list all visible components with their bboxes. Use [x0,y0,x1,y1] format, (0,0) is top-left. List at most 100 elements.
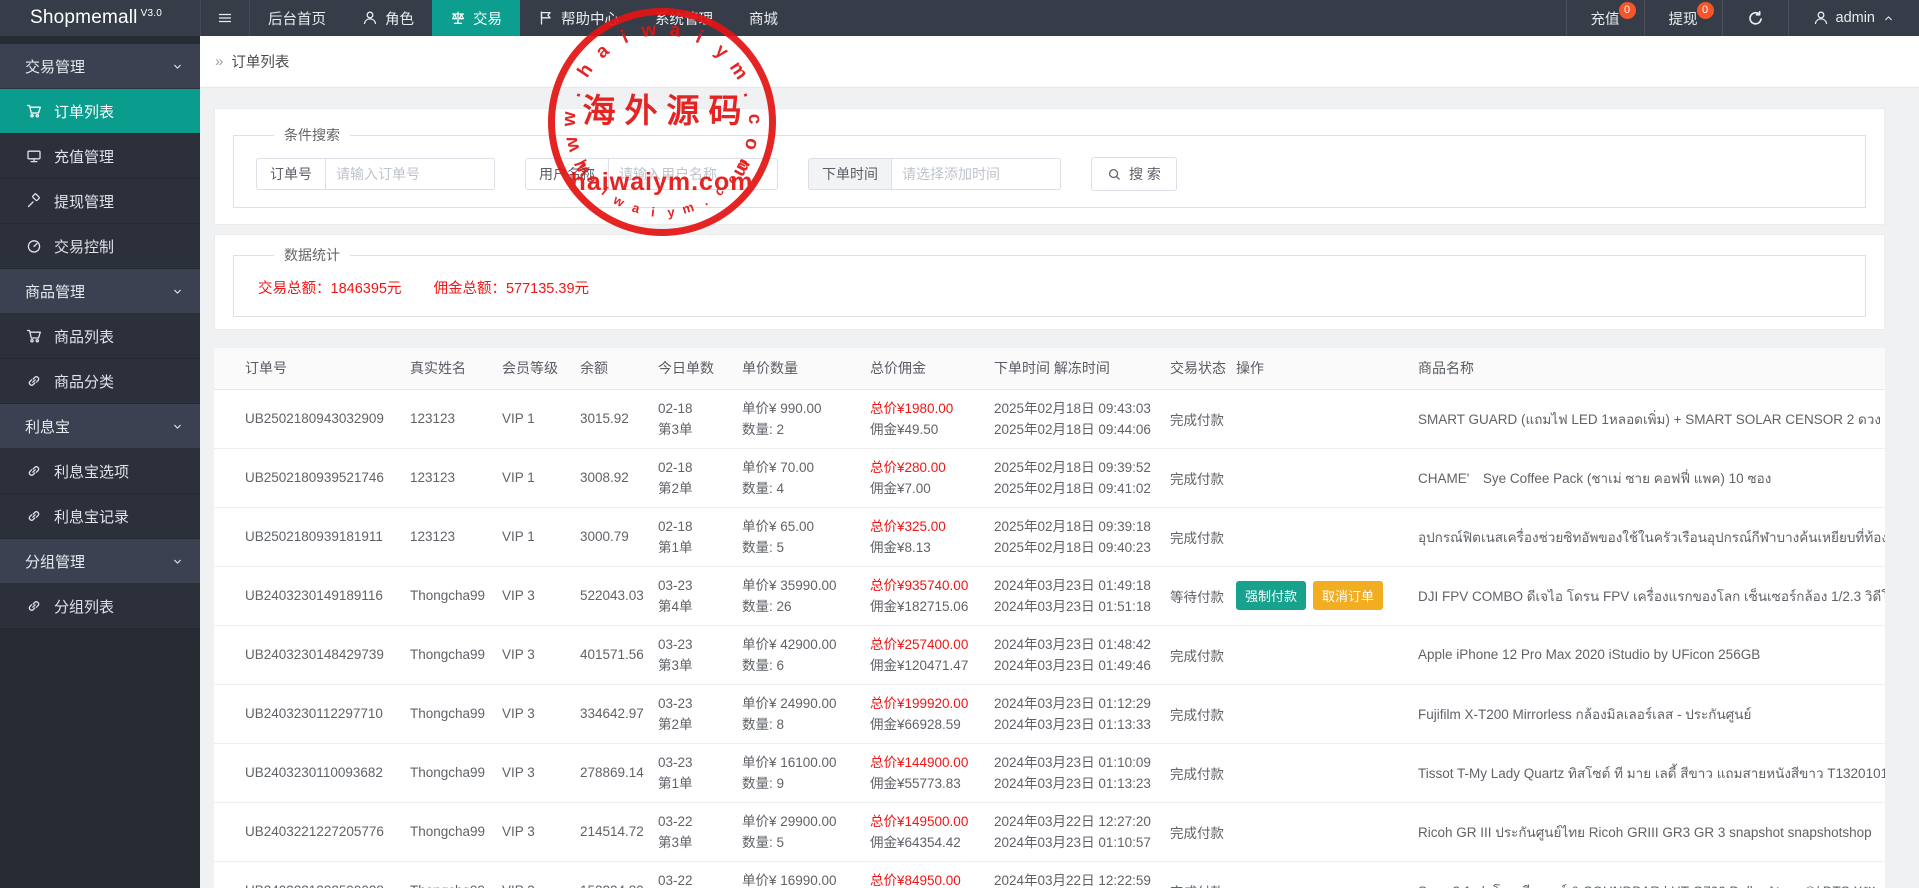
total-price: 总价¥149500.00 [870,813,969,829]
product-name-cell: SMART GUARD (แถมไฟ LED 1หลอดเพิ่ม) + SMA… [1394,389,1885,449]
search-field-username: 用户名称 [525,158,778,190]
topnav-item-trade[interactable]: 交易 [432,0,520,36]
order-seq: 第1单 [658,775,693,791]
commission: 佣金¥182715.06 [870,598,969,614]
user-menu[interactable]: admin [1787,0,1919,36]
stats-fieldset: 数据统计 交易总额：1846395元 佣金总额：577135.39元 [233,245,1866,317]
quantity: 数量: 5 [742,834,785,850]
sidebar-item-goods-list[interactable]: 商品列表 [0,314,200,359]
order-time-input[interactable] [891,158,1061,190]
main-area: » 订单列表 条件搜索 订单号 用户名称 下单时间 搜 索 数据统计 交易总额：184… [200,0,1919,888]
sidebar-item-order-list[interactable]: 订单列表 [0,89,200,134]
topnav-item-help[interactable]: 帮助中心 [520,0,637,36]
topnav-item-role[interactable]: 角色 [344,0,432,36]
sidebar-group-trade-manage[interactable]: 交易管理 [0,44,200,89]
quantity: 数量: 2 [742,421,785,437]
order-time: 2024年03月23日 01:49:18 [994,577,1151,593]
status-cell: 等待付款 [1160,566,1226,626]
search-button[interactable]: 搜 索 [1091,157,1177,191]
sidebar-item-withdraw-manage[interactable]: 提现管理 [0,179,200,224]
order-row: UB2403221222599028Thongcha99VIP 3153224.… [214,861,1885,888]
commission: 佣金¥7.00 [870,480,931,496]
total-price: 总价¥1980.00 [870,400,954,416]
vip-level-cell: VIP 3 [492,566,570,626]
withdraw-label: 提现 [1668,11,1698,28]
search-field-order-time: 下单时间 [808,158,1061,190]
real-name-cell: Thongcha99 [400,625,492,685]
unit-price: 单价¥ 24990.00 [742,695,837,711]
sidebar-group-label: 利息宝 [25,418,71,436]
sidebar-item-goods-category[interactable]: 商品分类 [0,359,200,404]
topnav-label: 角色 [385,11,414,28]
time-cell: 2024年03月23日 01:48:42 2024年03月23日 01:49:46 [984,625,1160,685]
column-header: 今日单数 [648,348,732,390]
total-price: 总价¥199920.00 [870,695,969,711]
topnav-item-home[interactable]: 后台首页 [250,0,344,36]
order-time: 2024年03月23日 01:12:29 [994,695,1151,711]
unit-qty-cell: 单价¥ 35990.00 数量: 26 [732,566,860,626]
cart-icon [26,104,41,118]
order-id-cell: UB2403221222599028 [214,861,400,888]
search-panel: 条件搜索 订单号 用户名称 下单时间 搜 索 [214,108,1885,225]
status-cell: 完成付款 [1160,507,1226,567]
order-no-input[interactable] [325,158,495,190]
time-cell: 2025年02月18日 09:39:18 2025年02月18日 09:40:23 [984,507,1160,567]
order-seq: 第4单 [658,598,693,614]
order-seq: 第3单 [658,657,693,673]
product-name-cell: CHAME' Sye Coffee Pack (ชาเม่ ซาย คอฟฟี่… [1394,448,1885,508]
orders-table: 订单号 真实姓名 会员等级 余额 今日单数 单价数量 总价佣金 下单时间 解冻时间 交易状态 操作… [214,348,1885,888]
unit-price: 单价¥ 990.00 [742,400,822,416]
refresh-button[interactable] [1721,0,1788,36]
sidebar-item-recharge-manage[interactable]: 充值管理 [0,134,200,179]
sidebar-group-label: 分组管理 [25,553,86,571]
content: 条件搜索 订单号 用户名称 下单时间 搜 索 数据统计 交易总额：1846395元 佣… [200,88,1919,888]
balance-cell: 334642.97 [570,684,648,744]
sidebar-item-interest-options[interactable]: 利息宝选项 [0,449,200,494]
time-cell: 2024年03月22日 12:22:592024年03月22日 12:28:09 [984,861,1160,888]
order-row: UB2502180943032909 123123 VIP 1 3015.92 02-1… [214,389,1885,449]
sidebar-item-label: 订单列表 [54,103,115,121]
cancel-order-button[interactable]: 取消订单 [1313,581,1384,610]
search-legend: 条件搜索 [284,127,340,143]
product-name-cell: Ricoh GR III ประกันศูนย์ไทย Ricoh GRIII … [1394,802,1885,862]
unit-price: 单价¥ 42900.00 [742,636,837,652]
topnav-item-system[interactable]: 系统管理 [637,0,731,36]
unfreeze-time: 2025年02月18日 09:40:23 [994,539,1151,555]
balance-cell: 278869.14 [570,743,648,803]
recharge-badge: 0 [1618,2,1636,19]
status-cell: 完成付款 [1160,743,1226,803]
unit-qty-cell: 单价¥ 16100.00 数量: 9 [732,743,860,803]
vip-level-cell: VIP 3 [492,861,570,888]
column-header: 单价数量 [732,348,860,390]
force-pay-button[interactable]: 强制付款 [1236,581,1307,610]
stats-legend: 数据统计 [284,247,340,263]
product-name-cell: Sony 3.1 ch โฮมเธียเตอร์ & SOUNDBAR | HT… [1394,861,1885,888]
topnav-item-mall[interactable]: 商城 [731,0,796,36]
sidebar-item-group-list[interactable]: 分组列表 [0,584,200,629]
sidebar-group-interest-bao[interactable]: 利息宝 [0,404,200,449]
column-header: 订单号 [214,348,400,390]
order-row: UB2403230148429739 Thongcha99 VIP 3 401571.… [214,625,1885,685]
total-price: 总价¥144900.00 [870,754,969,770]
total-commission-cell: 总价¥325.00 佣金¥8.13 [860,507,984,567]
username-input[interactable] [608,158,778,190]
topnav-label: 后台首页 [268,11,326,28]
unit-qty-cell: 单价¥ 24990.00 数量: 8 [732,684,860,744]
username-text: admin [1835,10,1876,26]
link-icon [28,601,40,611]
sidebar-group-group-manage[interactable]: 分组管理 [0,539,200,584]
sidebar-item-interest-records[interactable]: 利息宝记录 [0,494,200,539]
vip-level-cell: VIP 3 [492,684,570,744]
actions-cell [1226,448,1394,508]
actions-cell [1226,389,1394,449]
sidebar-group-goods-manage[interactable]: 商品管理 [0,269,200,314]
sidebar-toggle-button[interactable] [200,0,250,36]
order-time: 2025年02月18日 09:43:03 [994,400,1151,416]
sidebar-item-trade-control[interactable]: 交易控制 [0,224,200,269]
withdraw-menu-item[interactable]: 提现 0 [1643,0,1722,36]
product-name-cell: อุปกรณ์ฟิตเนสเครื่องช่วยซิทอัพของใช้ในคร… [1394,507,1885,567]
real-name-cell: Thongcha99 [400,861,492,888]
column-header: 交易状态 [1160,348,1226,390]
unit-qty-cell: 单价¥ 42900.00 数量: 6 [732,625,860,685]
recharge-menu-item[interactable]: 充值 0 [1565,0,1644,36]
